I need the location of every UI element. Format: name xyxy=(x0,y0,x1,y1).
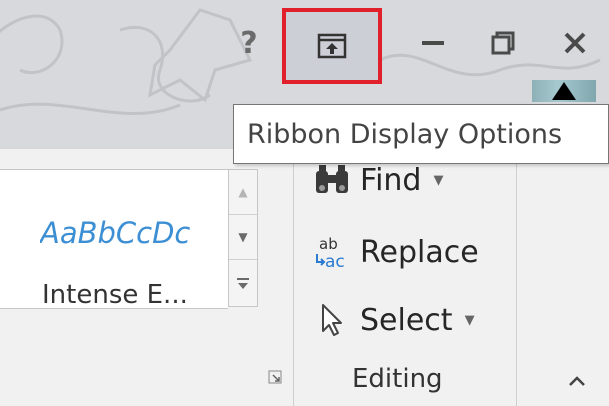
ribbon-display-options-tooltip: Ribbon Display Options xyxy=(233,104,609,164)
chevron-up-icon: ▲ xyxy=(238,185,248,199)
replace-label: Replace xyxy=(360,234,479,270)
ribbon: AaBbCcDc Intense E... ▲ ▼ xyxy=(0,148,609,406)
chevron-down-icon: ▼ xyxy=(238,230,248,244)
help-button[interactable]: ? xyxy=(226,10,272,76)
styles-gallery-scrollbar: ▲ ▼ xyxy=(228,169,258,307)
group-divider xyxy=(516,159,517,406)
gallery-more-button[interactable] xyxy=(229,260,257,305)
replace-icon: ab ac xyxy=(312,234,352,270)
ribbon-display-options-icon xyxy=(317,33,347,59)
gallery-scroll-up-button[interactable]: ▲ xyxy=(229,170,257,215)
restore-button[interactable] xyxy=(468,10,538,76)
collapse-ribbon-button[interactable] xyxy=(567,372,587,393)
select-button[interactable]: Select ▼ xyxy=(312,302,475,338)
svg-text:ac: ac xyxy=(325,252,345,270)
restore-icon xyxy=(491,31,515,55)
binoculars-icon xyxy=(312,162,352,198)
help-icon: ? xyxy=(240,25,258,61)
select-label: Select xyxy=(360,302,453,338)
account-picture[interactable] xyxy=(532,80,596,102)
more-icon xyxy=(237,277,249,289)
close-button[interactable] xyxy=(540,10,609,76)
chevron-down-icon: ▼ xyxy=(433,172,444,188)
find-button[interactable]: Find ▼ xyxy=(312,162,443,198)
find-label: Find xyxy=(360,162,422,198)
gallery-scroll-down-button[interactable]: ▼ xyxy=(229,215,257,260)
ribbon-display-options-button[interactable] xyxy=(282,8,382,84)
group-divider xyxy=(293,159,294,406)
styles-gallery[interactable]: AaBbCcDc Intense E... xyxy=(0,169,228,310)
editing-group-label: Editing xyxy=(352,364,443,394)
close-icon xyxy=(564,32,585,54)
minimize-icon xyxy=(422,41,444,45)
style-preview-sample: AaBbCcDc xyxy=(40,216,191,250)
style-name-label: Intense E... xyxy=(42,280,188,310)
minimize-button[interactable] xyxy=(398,10,468,76)
chevron-down-icon: ▼ xyxy=(464,312,475,328)
styles-dialog-launcher[interactable] xyxy=(268,370,282,388)
account-picture-graphic xyxy=(552,82,576,100)
tooltip-text: Ribbon Display Options xyxy=(247,118,563,150)
dialog-launcher-icon xyxy=(268,370,282,384)
cursor-arrow-icon xyxy=(312,302,352,338)
replace-button[interactable]: ab ac Replace xyxy=(312,234,479,270)
svg-text:ab: ab xyxy=(319,235,338,253)
chevron-up-icon xyxy=(569,376,585,386)
